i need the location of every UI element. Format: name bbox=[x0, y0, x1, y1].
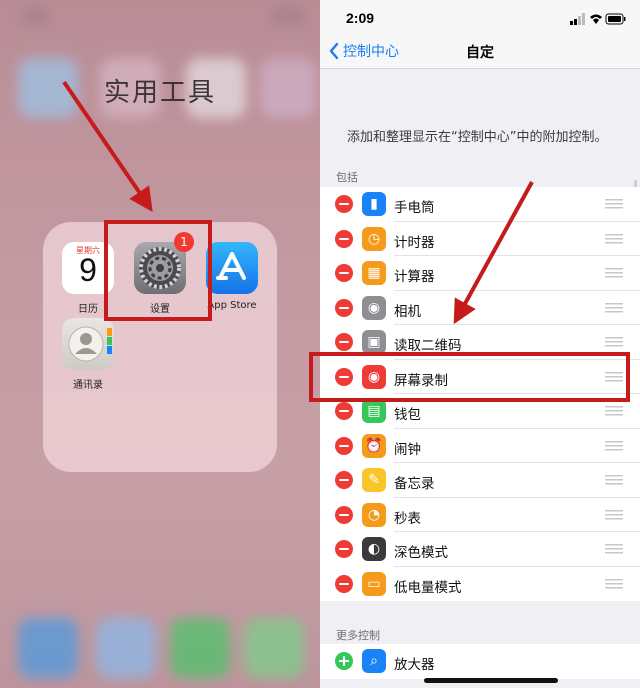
contacts-label: 通讯录 bbox=[73, 380, 103, 391]
control-label: 手电筒 bbox=[394, 200, 435, 216]
control-row[interactable]: ▮ 手电筒 bbox=[320, 187, 640, 222]
control-row[interactable]: ✎ 备忘录 bbox=[320, 463, 640, 498]
remove-button[interactable] bbox=[335, 436, 353, 455]
low-power-icon: ▭ bbox=[362, 571, 386, 596]
control-label: 备忘录 bbox=[394, 476, 435, 492]
remove-button[interactable] bbox=[335, 505, 353, 524]
included-section-header: 包括 bbox=[336, 171, 358, 184]
control-label: 计时器 bbox=[394, 234, 435, 251]
remove-button[interactable] bbox=[335, 229, 353, 248]
control-row[interactable]: ◔ 秒表 bbox=[320, 497, 640, 532]
dock bbox=[0, 598, 320, 688]
reorder-handle-icon[interactable] bbox=[605, 268, 623, 278]
control-row[interactable]: ▦ 计算器 bbox=[320, 256, 640, 291]
magnifier-icon: ⌕ bbox=[362, 649, 386, 673]
blurred-safari-icon bbox=[18, 618, 78, 678]
blurred-app-icon bbox=[260, 58, 316, 118]
control-label: 相机 bbox=[394, 303, 421, 320]
control-label: 放大器 bbox=[394, 657, 435, 673]
control-label: 读取二维码 bbox=[394, 338, 462, 354]
add-button[interactable] bbox=[335, 652, 353, 670]
reorder-handle-icon[interactable] bbox=[605, 337, 623, 347]
contacts-person-icon bbox=[62, 318, 114, 370]
blurred-phone-icon bbox=[170, 618, 230, 678]
flashlight-icon: ▮ bbox=[362, 192, 386, 216]
remove-button[interactable] bbox=[335, 298, 353, 317]
timer-icon: ◷ bbox=[362, 226, 386, 251]
reorder-handle-icon[interactable] bbox=[605, 578, 623, 589]
navigation-bar: 控制中心 自定 bbox=[320, 36, 640, 69]
control-label: 秒表 bbox=[394, 510, 421, 527]
remove-button[interactable] bbox=[335, 471, 353, 489]
dark-mode-icon: ◐ bbox=[362, 537, 386, 561]
appstore-app[interactable]: App Store bbox=[204, 242, 260, 311]
blurred-app-icon bbox=[96, 618, 156, 678]
calculator-icon: ▦ bbox=[362, 261, 386, 285]
reorder-handle-icon[interactable] bbox=[605, 233, 623, 244]
reorder-handle-icon[interactable] bbox=[605, 475, 623, 485]
control-row[interactable]: ⏰ 闹钟 bbox=[320, 428, 640, 463]
control-row[interactable]: ◉ 相机 bbox=[320, 290, 640, 325]
status-bar: 2:09 bbox=[320, 0, 640, 36]
control-row[interactable]: ⌕ 放大器 bbox=[320, 644, 640, 679]
blurred-status bbox=[20, 6, 50, 26]
blurred-app-icon bbox=[18, 58, 78, 118]
control-center-customize-screen: 2:09 控制中心 自定 添加和整理显示在“控制中心”中的附加控制。 包括 更多… bbox=[320, 0, 640, 688]
reorder-handle-icon[interactable] bbox=[605, 406, 623, 416]
alarm-icon: ⏰ bbox=[362, 433, 386, 458]
contacts-app[interactable]: 通讯录 bbox=[60, 318, 116, 391]
reorder-handle-icon[interactable] bbox=[605, 302, 623, 313]
qr-code-icon: ▣ bbox=[362, 330, 386, 354]
control-label: 低电量模式 bbox=[394, 579, 462, 596]
remove-button[interactable] bbox=[335, 540, 353, 558]
control-label: 钱包 bbox=[394, 407, 421, 423]
reorder-handle-icon[interactable] bbox=[605, 509, 623, 520]
description-text: 添加和整理显示在“控制中心”中的附加控制。 bbox=[347, 130, 608, 145]
blurred-messages-icon bbox=[244, 618, 304, 678]
stopwatch-icon: ◔ bbox=[362, 502, 386, 527]
control-label: 闹钟 bbox=[394, 441, 421, 458]
remove-button[interactable] bbox=[335, 195, 353, 213]
annotation-highlight-box bbox=[104, 220, 212, 321]
remove-button[interactable] bbox=[335, 333, 353, 351]
page-title: 自定 bbox=[466, 45, 494, 61]
home-indicator[interactable] bbox=[424, 678, 558, 683]
control-label: 计算器 bbox=[394, 269, 435, 285]
appstore-label: App Store bbox=[207, 300, 257, 311]
camera-icon: ◉ bbox=[362, 295, 386, 320]
reorder-handle-icon[interactable] bbox=[605, 199, 623, 209]
notes-icon: ✎ bbox=[362, 468, 386, 492]
control-row[interactable]: ◷ 计时器 bbox=[320, 221, 640, 256]
reorder-handle-icon[interactable] bbox=[605, 440, 623, 451]
control-row[interactable]: ◐ 深色模式 bbox=[320, 532, 640, 567]
remove-button[interactable] bbox=[335, 402, 353, 420]
reorder-handle-icon[interactable] bbox=[605, 544, 623, 554]
control-label: 深色模式 bbox=[394, 545, 448, 561]
annotation-highlight-box bbox=[309, 352, 630, 402]
home-screen-panel: 实用工具 星期六 9 日历 设置 1 App Store 通讯录 bbox=[0, 0, 320, 688]
appstore-icon bbox=[206, 242, 258, 294]
status-time: 2:09 bbox=[346, 10, 375, 26]
folder-title: 实用工具 bbox=[104, 78, 217, 108]
remove-button[interactable] bbox=[335, 574, 353, 593]
more-controls-section-header: 更多控制 bbox=[336, 629, 380, 642]
remove-button[interactable] bbox=[335, 264, 353, 282]
status-icons bbox=[570, 13, 626, 25]
blurred-status bbox=[270, 6, 306, 26]
control-row[interactable]: ▭ 低电量模式 bbox=[320, 566, 640, 601]
wallet-icon: ▤ bbox=[362, 399, 386, 423]
